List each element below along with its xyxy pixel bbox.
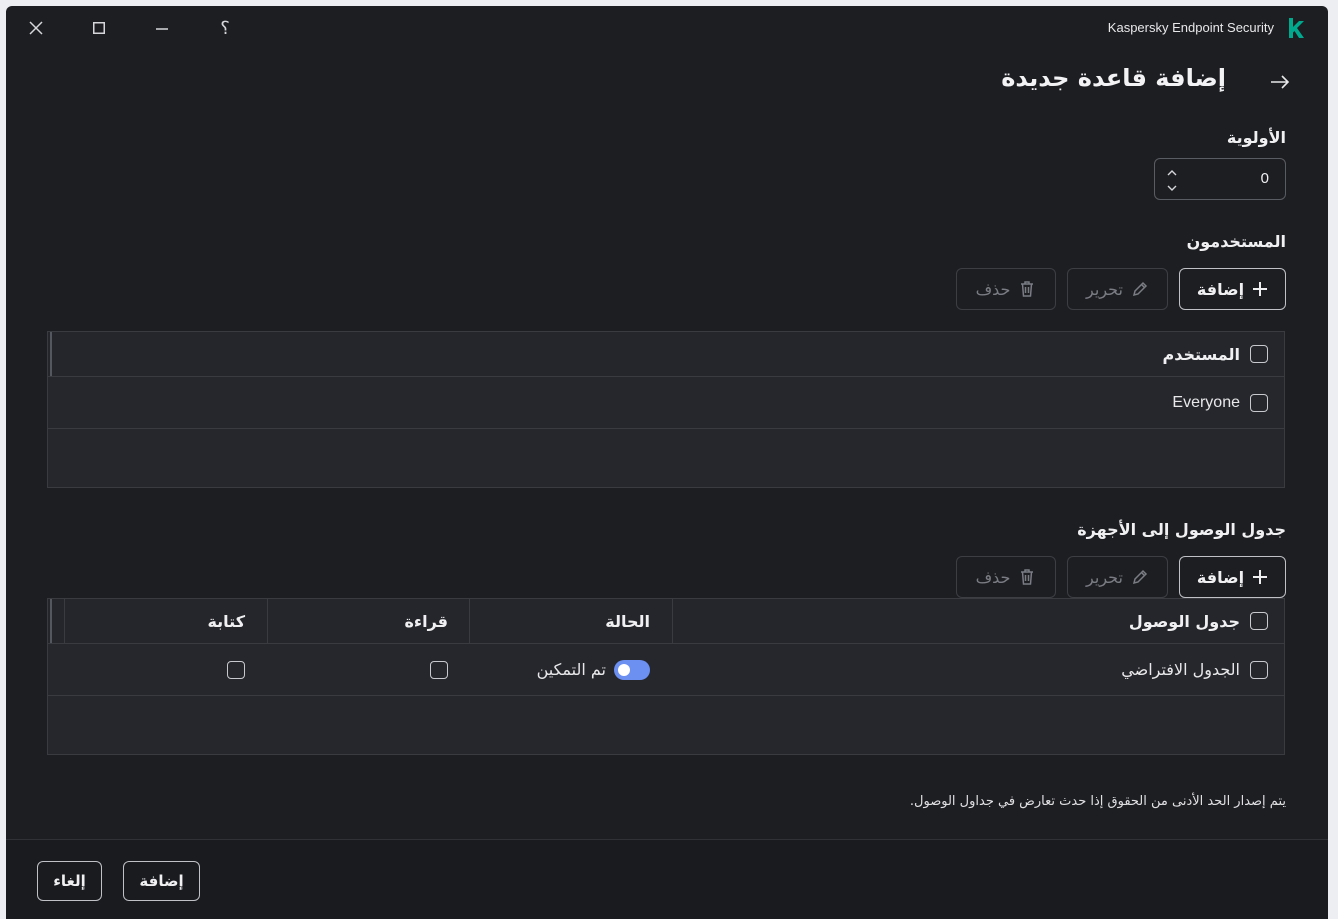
user-row-checkbox[interactable] — [1250, 393, 1268, 412]
increment-button[interactable] — [1165, 167, 1179, 179]
chevron-down-icon — [1167, 185, 1177, 191]
help-button[interactable]: ؟ — [213, 16, 237, 40]
access-schedule-label: جدول الوصول إلى الأجهزة — [1077, 520, 1286, 539]
chevron-up-icon — [1167, 170, 1177, 176]
add-rule-button[interactable]: إضافة — [123, 861, 200, 901]
maximize-icon — [93, 22, 105, 34]
write-column-header[interactable]: كتابة — [207, 612, 245, 631]
read-checkbox[interactable] — [430, 660, 448, 679]
arrow-right-icon — [1271, 75, 1290, 89]
trash-icon — [1021, 281, 1034, 297]
minimize-icon — [156, 28, 168, 30]
users-toolbar: إضافة تحرير حذف — [956, 268, 1286, 310]
cancel-button[interactable]: إلغاء — [37, 861, 102, 901]
maximize-window-button[interactable] — [87, 16, 111, 40]
decrement-button[interactable] — [1165, 182, 1179, 194]
user-name: Everyone — [1172, 393, 1240, 411]
dialog-footer: إضافة إلغاء — [6, 839, 1328, 919]
priority-label: الأولوية — [1226, 128, 1286, 147]
back-button[interactable] — [1266, 68, 1294, 96]
status-text: تم التمكين — [536, 660, 606, 679]
add-schedule-button[interactable]: إضافة — [1179, 556, 1286, 598]
access-schedule-table: جدول الوصول الحالة قراءة كتابة الجدول ال… — [47, 598, 1285, 755]
schedule-column-header[interactable]: جدول الوصول — [1129, 612, 1240, 631]
empty-row — [48, 696, 1284, 754]
users-table-header: المستخدم — [48, 332, 1284, 377]
minimize-window-button[interactable] — [150, 16, 174, 40]
select-all-schedules-checkbox[interactable] — [1250, 612, 1268, 630]
priority-value[interactable]: 0 — [1261, 170, 1269, 187]
trash-icon — [1021, 569, 1034, 585]
users-label: المستخدمون — [1186, 232, 1286, 251]
kaspersky-logo-icon — [1289, 18, 1304, 38]
table-row[interactable]: Everyone — [48, 377, 1284, 429]
table-row[interactable]: الجدول الافتراضي تم التمكين — [48, 644, 1284, 696]
plus-icon — [1253, 570, 1268, 584]
write-checkbox[interactable] — [227, 660, 245, 679]
user-column-header[interactable]: المستخدم — [1162, 345, 1240, 364]
column-resize-handle[interactable] — [50, 599, 52, 643]
users-table: المستخدم Everyone — [47, 331, 1285, 488]
close-icon — [29, 21, 43, 35]
select-all-users-checkbox[interactable] — [1250, 345, 1268, 363]
app-title: Kaspersky Endpoint Security — [1107, 20, 1274, 35]
delete-user-button[interactable]: حذف — [956, 268, 1056, 310]
edit-user-button[interactable]: تحرير — [1067, 268, 1168, 310]
enabled-toggle[interactable] — [614, 659, 650, 680]
plus-icon — [1253, 282, 1268, 296]
conflict-note: يتم إصدار الحد الأدنى من الحقوق إذا حدث … — [909, 794, 1286, 809]
pencil-icon — [1132, 569, 1147, 585]
status-column-header[interactable]: الحالة — [605, 612, 650, 631]
edit-schedule-button[interactable]: تحرير — [1067, 556, 1168, 598]
close-window-button[interactable] — [24, 16, 48, 40]
schedule-toolbar: إضافة تحرير حذف — [956, 556, 1286, 598]
app-window: ؟ Kaspersky Endpoint Security إضافة قاعد… — [6, 6, 1328, 919]
add-user-button[interactable]: إضافة — [1179, 268, 1286, 310]
priority-stepper[interactable]: 0 — [1154, 158, 1286, 200]
pencil-icon — [1132, 281, 1147, 297]
delete-schedule-button[interactable]: حذف — [956, 556, 1056, 598]
help-icon: ؟ — [220, 17, 230, 39]
schedule-row-checkbox[interactable] — [1250, 660, 1268, 679]
column-resize-handle[interactable] — [50, 332, 52, 376]
page-title: إضافة قاعدة جديدة — [1001, 64, 1226, 92]
title-bar: ؟ Kaspersky Endpoint Security — [6, 6, 1328, 50]
read-column-header[interactable]: قراءة — [404, 612, 448, 631]
schedule-name: الجدول الافتراضي — [1121, 660, 1240, 679]
empty-row — [48, 429, 1284, 487]
schedule-table-header: جدول الوصول الحالة قراءة كتابة — [48, 599, 1284, 644]
